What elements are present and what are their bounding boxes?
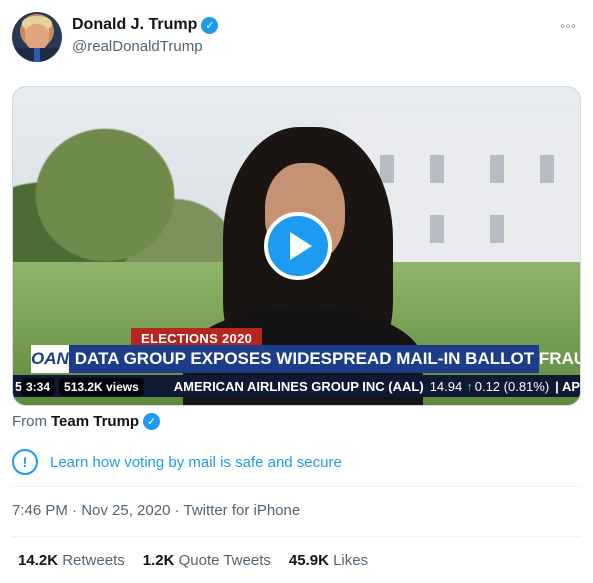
author-handle[interactable]: @realDonaldTrump (72, 38, 203, 55)
more-options-icon[interactable]: ◦◦◦ (560, 18, 577, 33)
avatar-tie (34, 48, 40, 62)
ticker-change: 0.12 (0.81%) (474, 378, 550, 394)
quote-tweets-stat[interactable]: 1.2K Quote Tweets (143, 552, 271, 569)
divider (12, 486, 581, 487)
video-player[interactable]: ELECTIONS 2020 OAN DATA GROUP EXPOSES WI… (12, 86, 581, 406)
play-icon (290, 232, 312, 260)
tweet-metadata[interactable]: 7:46 PM · Nov 25, 2020 · Twitter for iPh… (12, 502, 300, 519)
divider (12, 536, 581, 537)
up-arrow-icon: ↑ (466, 378, 473, 394)
views-badge: 513.2K views (59, 378, 144, 396)
source-attribution: From Team Trump ✓ (12, 413, 161, 430)
source-prefix: From (12, 413, 47, 430)
verified-badge-icon: ✓ (201, 16, 219, 34)
ticker-next: | AP (555, 378, 580, 394)
source-name[interactable]: Team Trump (51, 413, 139, 430)
avatar-face (25, 24, 49, 50)
engagement-stats: 14.2K Retweets 1.2K Quote Tweets 45.9K L… (18, 552, 368, 569)
author-name-row[interactable]: Donald J. Trump ✓ (72, 16, 219, 34)
channel-logo: OAN (31, 345, 69, 373)
duration-badge: 3:34 (21, 378, 56, 396)
verified-badge-icon: ✓ (143, 413, 161, 430)
likes-stat[interactable]: 45.9K Likes (289, 552, 368, 569)
video-info-badges: 3:34 513.2K views (21, 378, 144, 396)
chyron-headline: DATA GROUP EXPOSES WIDESPREAD MAIL-IN BA… (74, 349, 581, 368)
play-button[interactable] (264, 212, 332, 280)
avatar[interactable] (12, 12, 62, 62)
chyron: OAN DATA GROUP EXPOSES WIDESPREAD MAIL-I… (31, 345, 580, 373)
retweets-stat[interactable]: 14.2K Retweets (18, 552, 125, 569)
notice-link[interactable]: Learn how voting by mail is safe and sec… (50, 454, 342, 471)
exclamation-icon: ! (12, 449, 38, 475)
author-name[interactable]: Donald J. Trump (72, 16, 197, 34)
ticker-company: AMERICAN AIRLINES GROUP INC (AAL) (173, 378, 424, 394)
info-notice[interactable]: ! Learn how voting by mail is safe and s… (12, 447, 581, 477)
ticker-price: 14.94 (429, 378, 463, 394)
